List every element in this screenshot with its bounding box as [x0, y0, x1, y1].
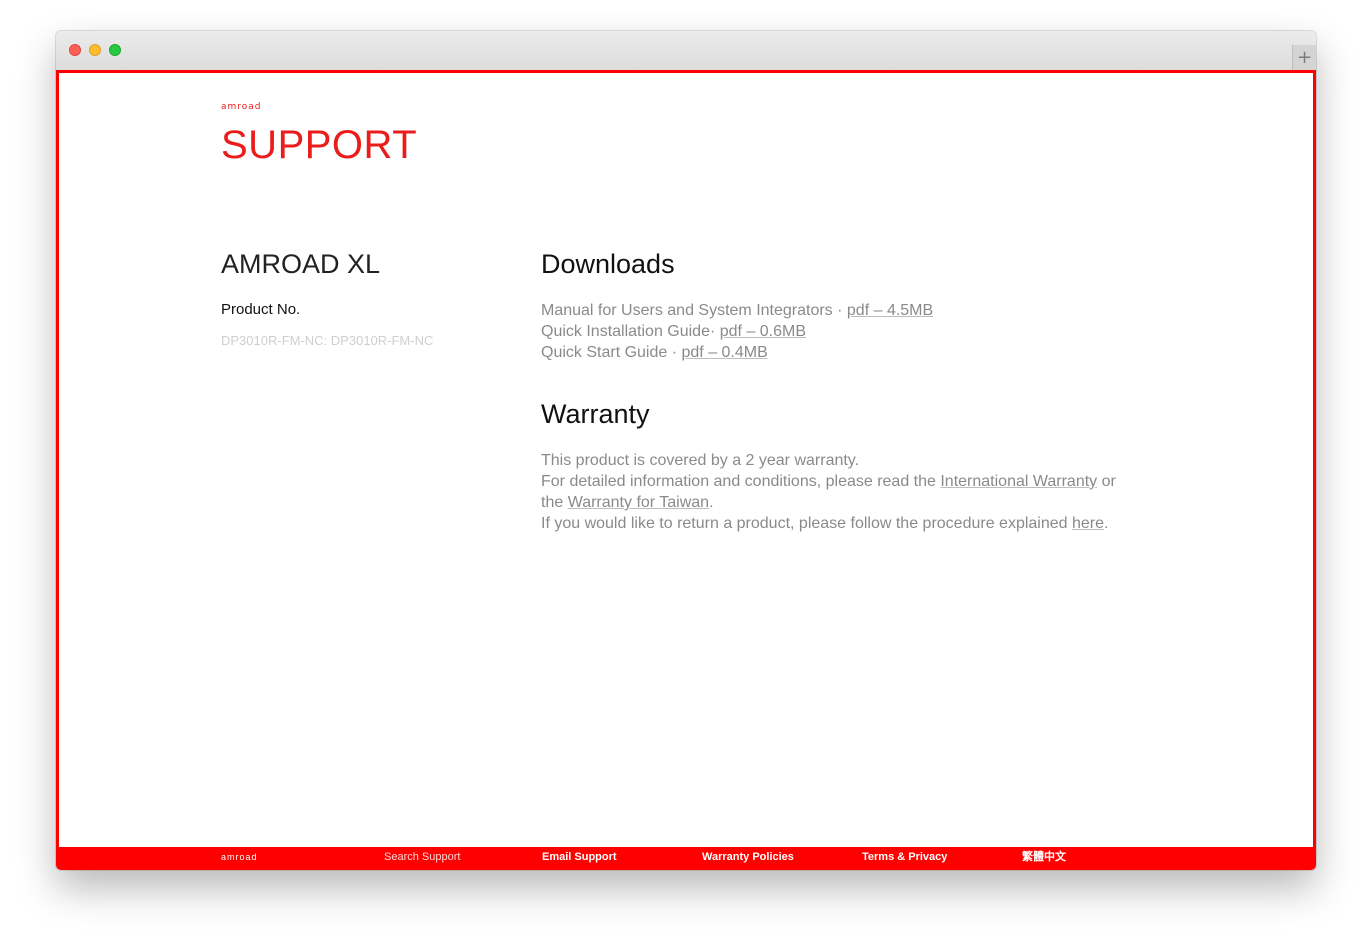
close-window-button[interactable] [69, 44, 81, 56]
download-item-label: Quick Installation Guide· [541, 323, 720, 340]
taiwan-warranty-link[interactable]: Warranty for Taiwan [568, 494, 709, 511]
footer-search-support-link[interactable]: Search Support [384, 847, 460, 867]
footer-logo[interactable]: amroad [221, 847, 258, 867]
download-item: Quick Installation Guide· pdf – 0.6MB [541, 321, 1161, 342]
browser-window: + amroad SUPPORT AMROAD XL Product No. D… [56, 31, 1316, 870]
return-procedure-link[interactable]: here [1072, 515, 1104, 532]
warranty-text-fragment: the [541, 494, 568, 511]
download-item-label: Manual for Users and System Integrators … [541, 302, 847, 319]
product-number-value: DP3010R-FM-NC: DP3010R-FM-NC [221, 333, 434, 348]
product-name: AMROAD XL [221, 249, 381, 279]
footer-warranty-policies-link[interactable]: Warranty Policies [702, 847, 794, 867]
maximize-window-button[interactable] [109, 44, 121, 56]
product-number-label: Product No. [221, 301, 301, 318]
footer-terms-privacy-link[interactable]: Terms & Privacy [862, 847, 947, 867]
warranty-text-fragment: For detailed information and conditions,… [541, 473, 941, 490]
warranty-text-fragment: If you would like to return a product, p… [541, 515, 1072, 532]
minimize-window-button[interactable] [89, 44, 101, 56]
download-item: Quick Start Guide · pdf – 0.4MB [541, 342, 1161, 363]
download-link-quick-start[interactable]: pdf – 0.4MB [682, 344, 768, 361]
brand-logo[interactable]: amroad [221, 102, 262, 112]
warranty-text-fragment: or [1097, 473, 1116, 490]
footer-language-link[interactable]: 繁體中文 [1022, 847, 1066, 867]
page-viewport: amroad SUPPORT AMROAD XL Product No. DP3… [56, 70, 1316, 870]
warranty-line: If you would like to return a product, p… [541, 513, 1161, 534]
warranty-line: This product is covered by a 2 year warr… [541, 452, 860, 469]
download-item: Manual for Users and System Integrators … [541, 300, 1161, 321]
new-tab-button[interactable]: + [1292, 45, 1316, 70]
window-titlebar: + [56, 31, 1316, 71]
download-item-label: Quick Start Guide · [541, 344, 682, 361]
warranty-text: This product is covered by a 2 year warr… [541, 450, 1161, 534]
warranty-line: For detailed information and conditions,… [541, 471, 1161, 492]
page-title: SUPPORT [221, 123, 418, 167]
warranty-text-fragment: . [1104, 515, 1109, 532]
footer-email-support-link[interactable]: Email Support [542, 847, 617, 867]
download-link-installation-guide[interactable]: pdf – 0.6MB [720, 323, 806, 340]
international-warranty-link[interactable]: International Warranty [940, 473, 1097, 490]
warranty-text-fragment: . [709, 494, 714, 511]
downloads-heading: Downloads [541, 249, 675, 279]
plus-icon: + [1296, 47, 1313, 68]
site-footer: amroad Search Support Email Support Warr… [59, 847, 1313, 867]
downloads-list: Manual for Users and System Integrators … [541, 300, 1161, 363]
download-link-manual[interactable]: pdf – 4.5MB [847, 302, 933, 319]
warranty-heading: Warranty [541, 399, 650, 429]
warranty-line: the Warranty for Taiwan. [541, 492, 1161, 513]
